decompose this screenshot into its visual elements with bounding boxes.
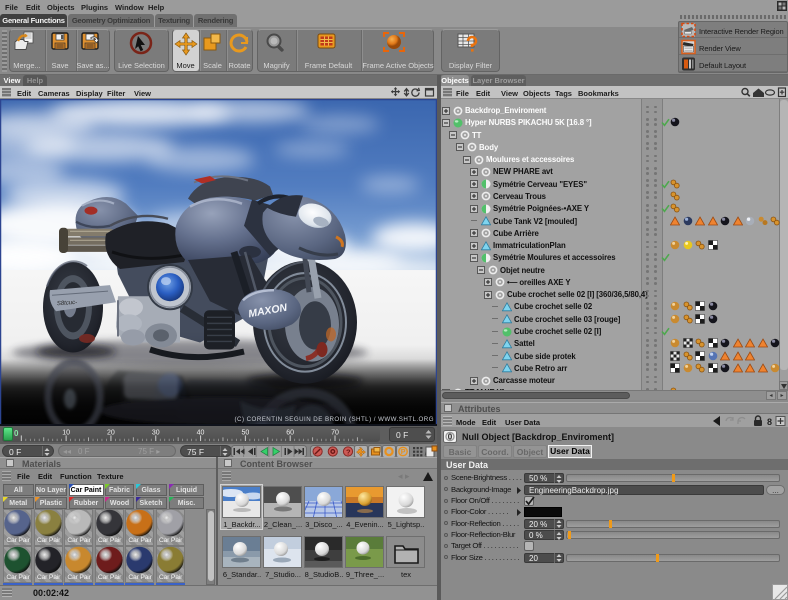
svg-text:?: ? — [346, 447, 351, 456]
svg-text:70: 70 — [331, 430, 339, 437]
svg-text:10: 10 — [62, 430, 70, 437]
svg-text:8: 8 — [767, 417, 772, 427]
svg-text:0: 0 — [448, 433, 453, 442]
svg-text:30: 30 — [152, 430, 160, 437]
svg-text:(C) CORENTIN SEGUIN DE BROIN (: (C) CORENTIN SEGUIN DE BROIN (SHTL) / WW… — [235, 416, 434, 423]
svg-text:50: 50 — [241, 430, 249, 437]
svg-text:P: P — [401, 449, 406, 456]
svg-text:60: 60 — [286, 430, 294, 437]
svg-text:20: 20 — [107, 430, 115, 437]
svg-text:40: 40 — [197, 430, 205, 437]
